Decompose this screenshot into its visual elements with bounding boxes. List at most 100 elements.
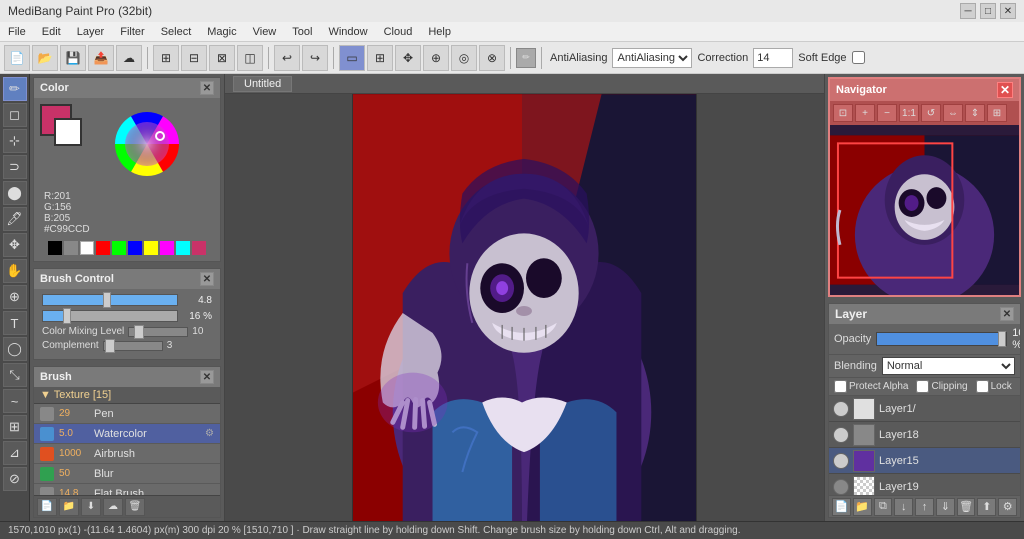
toolbar-transform[interactable]: ✥	[395, 45, 421, 71]
layer-blend-select[interactable]: Normal Multiply Screen Overlay	[882, 357, 1015, 375]
toolbar-new[interactable]: 📄	[4, 45, 30, 71]
menu-cloud[interactable]: Cloud	[376, 22, 421, 41]
nav-flip-v[interactable]: ⇕	[965, 104, 985, 122]
canvas-viewport[interactable]	[225, 94, 824, 521]
swatch-white[interactable]	[80, 241, 94, 255]
tool-shape[interactable]: ◯	[3, 337, 27, 361]
toolbar-undo[interactable]: ↩	[274, 45, 300, 71]
tool-text[interactable]: T	[3, 311, 27, 335]
brush-size-slider[interactable]	[42, 294, 178, 306]
brush-new[interactable]: 📄	[37, 498, 57, 516]
nav-zoom-out[interactable]: −	[877, 104, 897, 122]
swatch-yellow[interactable]	[144, 241, 158, 255]
tool-fill[interactable]: ⬤	[3, 181, 27, 205]
toolbar-export[interactable]: 📤	[88, 45, 114, 71]
navigator-preview[interactable]	[830, 125, 1019, 295]
clipping-option[interactable]: Clipping	[916, 380, 967, 393]
menu-window[interactable]: Window	[320, 22, 375, 41]
tool-hand[interactable]: ✋	[3, 259, 27, 283]
antialiasing-select[interactable]: AntiAliasing	[612, 48, 692, 68]
protect-alpha-checkbox[interactable]	[834, 380, 847, 393]
nav-zoom-100[interactable]: 1:1	[899, 104, 919, 122]
layer-folder[interactable]: 📁	[853, 498, 872, 516]
tool-extra2[interactable]: ⊿	[3, 441, 27, 465]
protect-alpha-option[interactable]: Protect Alpha	[834, 380, 908, 393]
color-panel-close[interactable]: ✕	[200, 81, 214, 95]
nav-rotate[interactable]: ↺	[921, 104, 941, 122]
menu-file[interactable]: File	[0, 22, 34, 41]
layer-19-visibility[interactable]	[833, 479, 849, 495]
brush-item-watercolor[interactable]: 5.0 Watercolor ⚙	[34, 424, 220, 444]
swatch-current[interactable]	[192, 241, 206, 255]
nav-grid[interactable]: ⊞	[987, 104, 1007, 122]
swatch-red[interactable]	[96, 241, 110, 255]
maximize-button[interactable]: □	[980, 3, 996, 19]
toolbar-snap[interactable]: ⊕	[423, 45, 449, 71]
minimize-button[interactable]: ─	[960, 3, 976, 19]
toolbar-open[interactable]: 📂	[32, 45, 58, 71]
tool-select[interactable]: ⊹	[3, 129, 27, 153]
brush-opacity-slider[interactable]	[42, 310, 178, 322]
close-button[interactable]: ✕	[1000, 3, 1016, 19]
toolbar-publish[interactable]: ☁	[116, 45, 142, 71]
toolbar-snap2[interactable]: ◎	[451, 45, 477, 71]
swatch-blue[interactable]	[128, 241, 142, 255]
brush-complement-slider[interactable]	[103, 341, 163, 351]
layer-1-visibility[interactable]	[833, 401, 849, 417]
color-wheel-area[interactable]	[92, 104, 214, 187]
nav-flip-h[interactable]: ⇔	[943, 104, 963, 122]
layer-opacity-slider[interactable]	[876, 332, 1007, 346]
brush-watercolor-settings[interactable]: ⚙	[205, 428, 214, 439]
layer-move-up[interactable]: ↑	[915, 498, 934, 516]
brush-download[interactable]: ⬇	[81, 498, 101, 516]
tool-transform[interactable]: ⤡	[3, 363, 27, 387]
lock-option[interactable]: Lock	[976, 380, 1012, 393]
swatch-green[interactable]	[112, 241, 126, 255]
layer-duplicate[interactable]: ⧉	[874, 498, 893, 516]
tool-blur[interactable]: ~	[3, 389, 27, 413]
menu-tool[interactable]: Tool	[284, 22, 320, 41]
tool-lasso[interactable]: ⊃	[3, 155, 27, 179]
tool-eraser[interactable]: ◻	[3, 103, 27, 127]
toolbar-grid[interactable]: ⊞	[153, 45, 179, 71]
tool-move[interactable]: ✥	[3, 233, 27, 257]
layer-15-visibility[interactable]	[833, 453, 849, 469]
tool-extra3[interactable]: ⊘	[3, 467, 27, 491]
tool-extra1[interactable]: ⊞	[3, 415, 27, 439]
toolbar-save[interactable]: 💾	[60, 45, 86, 71]
lock-checkbox[interactable]	[976, 380, 989, 393]
toolbar-frame[interactable]: ◫	[237, 45, 263, 71]
menu-edit[interactable]: Edit	[34, 22, 69, 41]
tool-pen[interactable]: ✏	[3, 77, 27, 101]
brush-panel-close[interactable]: ✕	[200, 370, 214, 384]
correction-input[interactable]	[753, 48, 793, 68]
brush-mixing-slider[interactable]	[128, 327, 188, 337]
nav-zoom-fit[interactable]: ⊡	[833, 104, 853, 122]
tool-eyedropper[interactable]: 🖊	[3, 207, 27, 231]
clipping-checkbox[interactable]	[916, 380, 929, 393]
toolbar-snap3[interactable]: ⊗	[479, 45, 505, 71]
layer-settings[interactable]: ⚙	[998, 498, 1017, 516]
swatch-black[interactable]	[48, 241, 62, 255]
layer-import[interactable]: ⬆	[977, 498, 996, 516]
toolbar-select-all[interactable]: ⊞	[367, 45, 393, 71]
menu-help[interactable]: Help	[420, 22, 459, 41]
nav-zoom-in[interactable]: +	[855, 104, 875, 122]
layer-18-visibility[interactable]	[833, 427, 849, 443]
brush-control-close[interactable]: ✕	[200, 272, 214, 286]
tool-zoom[interactable]: ⊕	[3, 285, 27, 309]
background-swatch[interactable]	[54, 118, 82, 146]
layer-item-1[interactable]: Layer1/	[829, 396, 1020, 422]
brush-item-flatbrush[interactable]: 14.8 Flat Brush	[34, 484, 220, 495]
layer-merge[interactable]: ⇓	[936, 498, 955, 516]
brush-item-blur[interactable]: 50 Blur	[34, 464, 220, 484]
brush-item-pen[interactable]: 29 Pen	[34, 404, 220, 424]
navigator-close[interactable]: ✕	[997, 82, 1013, 98]
brush-item-airbrush[interactable]: 1000 Airbrush	[34, 444, 220, 464]
toolbar-redo[interactable]: ↪	[302, 45, 328, 71]
soft-edge-checkbox[interactable]	[852, 51, 865, 64]
canvas-tab-untitled[interactable]: Untitled	[233, 76, 292, 92]
brush-category[interactable]: ▼ Texture [15]	[34, 387, 220, 404]
toolbar-select-rect[interactable]: ▭	[339, 45, 365, 71]
menu-select[interactable]: Select	[153, 22, 200, 41]
